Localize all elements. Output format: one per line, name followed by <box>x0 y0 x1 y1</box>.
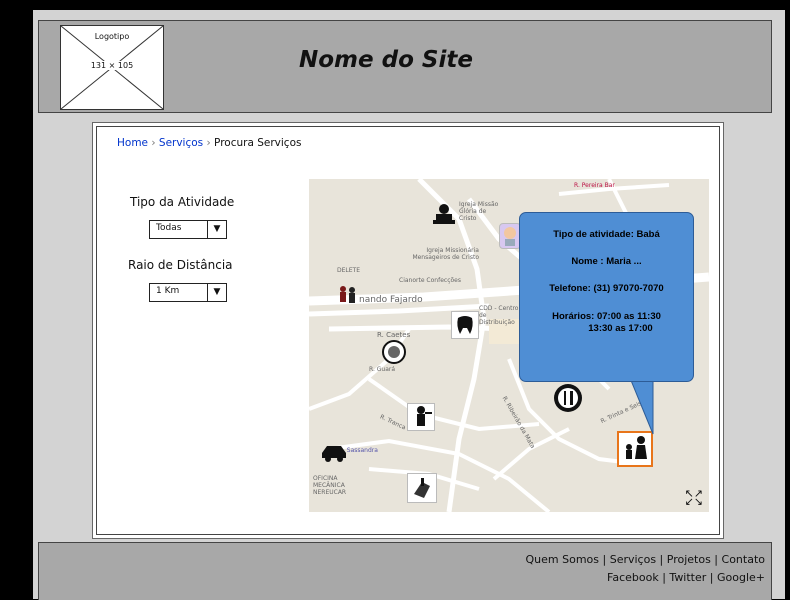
page: Logotipo 131 × 105 Nome do Site Home › S… <box>33 10 785 600</box>
dentist-icon[interactable] <box>451 311 479 339</box>
map-label: DELETE <box>337 267 361 274</box>
site-title: Nome do Site <box>299 47 473 73</box>
breadcrumb: Home › Serviços › Procura Serviços <box>117 137 301 149</box>
expand-icon[interactable]: ↖↗ ↙↘ <box>685 488 703 507</box>
map-label: Igreja Missão Glória de Cristo <box>459 201 499 222</box>
site-header: Logotipo 131 × 105 Nome do Site <box>38 20 772 113</box>
beauty-mask-icon[interactable] <box>381 339 407 365</box>
map-label: Cianorte Confecções <box>399 277 461 284</box>
map-label: R. Pereira Bar <box>574 182 615 189</box>
logo-label: Logotipo <box>92 32 132 41</box>
breadcrumb-separator: › <box>206 137 211 149</box>
radius-select[interactable]: 1 Km ▼ <box>149 283 227 302</box>
map-label: CDD - Centro de Distribuição <box>479 305 519 326</box>
activity-type-label: Tipo da Atividade <box>130 195 235 209</box>
chevron-down-icon[interactable]: ▼ <box>207 284 226 301</box>
restaurant-icon[interactable] <box>553 383 583 413</box>
dj-icon[interactable] <box>431 201 457 227</box>
radius-label: Raio de Distância <box>128 258 233 272</box>
content-panel: Home › Serviços › Procura Serviços Tipo … <box>92 122 724 539</box>
service-map[interactable]: R. Pereira Bar Igreja Missão Glória de C… <box>309 179 709 512</box>
logo-placeholder[interactable]: Logotipo 131 × 105 <box>60 25 164 110</box>
breadcrumb-servicos[interactable]: Serviços <box>159 137 203 149</box>
footer-social-links[interactable]: Facebook | Twitter | Google+ <box>607 571 765 584</box>
manicure-icon[interactable] <box>407 473 437 503</box>
popup-tail <box>629 378 654 435</box>
map-label: R. Caetes <box>377 331 411 339</box>
activity-type-value: Todas <box>156 223 182 233</box>
breadcrumb-separator: › <box>151 137 156 149</box>
chevron-down-icon[interactable]: ▼ <box>207 221 226 238</box>
popup-hours-1: Horários: 07:00 as 11:30 <box>552 311 661 322</box>
waiter-icon[interactable] <box>407 403 435 431</box>
popup-phone: Telefone: (31) 97070-7070 <box>549 283 664 294</box>
popup-activity: Tipo de atividade: Babá <box>553 229 660 240</box>
car-mechanic-icon[interactable] <box>319 441 349 463</box>
map-label: R. Guará <box>369 366 396 373</box>
popup-name: Nome : Maria ... <box>571 256 642 267</box>
info-popup[interactable]: Tipo de atividade: Babá Nome : Maria ...… <box>519 212 694 382</box>
breadcrumb-current: Procura Serviços <box>214 137 302 149</box>
popup-hours-2: 13:30 as 17:00 <box>588 323 653 334</box>
map-label: nando Fajardo <box>359 295 423 305</box>
logo-size: 131 × 105 <box>90 61 134 70</box>
baby-icon[interactable] <box>499 223 521 249</box>
map-label: OFICINA MECÂNICA NEREUCAR <box>313 475 347 496</box>
breadcrumb-home[interactable]: Home <box>117 137 148 149</box>
site-footer: Quem Somos | Serviços | Projetos | Conta… <box>38 542 772 600</box>
footer-nav-links[interactable]: Quem Somos | Serviços | Projetos | Conta… <box>526 553 765 566</box>
map-label: Igreja Missionária Mensageiros de Cristo <box>412 247 479 261</box>
activity-type-select[interactable]: Todas ▼ <box>149 220 227 239</box>
radius-value: 1 Km <box>156 286 180 296</box>
elderly-care-icon[interactable] <box>337 285 359 305</box>
